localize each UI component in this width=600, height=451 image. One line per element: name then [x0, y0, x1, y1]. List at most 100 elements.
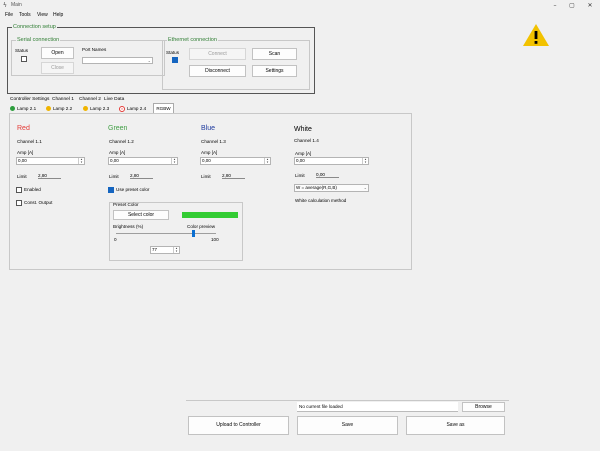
green-limit-input[interactable]: 2,80 — [130, 173, 153, 179]
use-preset-color-checkbox[interactable] — [108, 187, 114, 193]
port-names-label: Port Names — [82, 47, 107, 52]
tab-channel-2[interactable]: Channel 2 — [79, 97, 101, 102]
red-amp-spinner[interactable]: 0,00 ▴ ▾ — [16, 157, 85, 165]
connection-setup-group: Connection setup Serial connection Statu… — [7, 24, 315, 94]
green-amp-label: Amp [A] — [109, 150, 126, 155]
use-preset-color-label: Use preset color — [116, 187, 150, 192]
status-error-icon: × — [119, 105, 125, 112]
color-preview-label: Color preview — [187, 224, 216, 229]
spinner-arrows-icon[interactable]: ▴ ▾ — [362, 158, 368, 164]
ethernet-status-label: Status — [166, 50, 180, 55]
menu-view[interactable]: View — [37, 12, 48, 18]
preset-color-group: Preset Color Select color Brightness (%)… — [109, 202, 243, 261]
white-amp-value: 0,00 — [296, 158, 305, 163]
tab-lamp-label: Lamp 2.2 — [53, 106, 73, 111]
file-status-text: No current file loaded — [299, 404, 343, 409]
ethernet-connection-title: Ethernet connection — [167, 37, 218, 43]
white-method-select[interactable]: W = average(R,G,B) ⌄ — [294, 184, 369, 192]
white-amp-label: Amp [A] — [295, 151, 312, 156]
select-color-button[interactable]: Select color — [113, 210, 169, 220]
rgbw-panel: Red Channel 1.1 Amp [A] 0,00 ▴ ▾ Limit 2,… — [9, 113, 412, 270]
red-amp-label: Amp [A] — [17, 150, 34, 155]
app-icon: ϟ — [3, 2, 7, 9]
settings-button[interactable]: Settings — [252, 65, 297, 77]
menu-bar: File Tools View Help — [0, 11, 600, 19]
enabled-label: Enabled — [24, 187, 41, 192]
serial-status-checkbox — [21, 56, 27, 62]
green-amp-value: 0,00 — [110, 158, 119, 163]
enabled-checkbox[interactable] — [16, 187, 22, 193]
brightness-value: 77 — [152, 247, 158, 252]
tab-live-data[interactable]: Live Data — [104, 97, 124, 102]
spinner-arrows-icon[interactable]: ▴ ▾ — [171, 158, 177, 164]
blue-title: Blue — [201, 125, 216, 132]
tab-rgbw-label: RGBW — [156, 106, 171, 111]
serial-connection-group: Serial connection Status Open Close Port… — [11, 37, 165, 76]
tab-lamp-2-2[interactable]: Lamp 2.2 — [46, 104, 72, 113]
red-amp-value: 0,00 — [18, 158, 27, 163]
port-names-select[interactable]: ⌄ — [82, 57, 153, 64]
tab-lamp-2-1[interactable]: Lamp 2.1 — [10, 104, 36, 113]
tab-rgbw[interactable]: RGBW — [153, 103, 174, 113]
status-yellow-icon — [83, 106, 88, 112]
title-bar: ϟ Main – ▢ ✕ — [0, 0, 600, 11]
brightness-spinner[interactable]: 77 ▴ ▾ — [150, 246, 180, 254]
red-limit-label: Limit — [17, 174, 27, 179]
tab-lamp-label: Lamp 2.4 — [127, 106, 147, 111]
white-limit-label: Limit — [295, 173, 305, 178]
color-swatch — [182, 212, 238, 218]
slider-max-label: 100 — [211, 237, 219, 242]
blue-limit-label: Limit — [201, 174, 211, 179]
brightness-slider-track[interactable] — [116, 233, 216, 234]
green-amp-spinner[interactable]: 0,00 ▴ ▾ — [108, 157, 178, 165]
blue-limit-input[interactable]: 2,80 — [222, 173, 245, 179]
white-channel-label: Channel 1.4 — [294, 138, 319, 143]
menu-tools[interactable]: Tools — [19, 12, 31, 18]
warning-icon — [523, 24, 549, 46]
green-channel-label: Channel 1.2 — [109, 139, 134, 144]
tab-channel-1[interactable]: Channel 1 — [52, 97, 74, 102]
tab-lamp-2-3[interactable]: Lamp 2.3 — [83, 104, 109, 113]
maximize-icon[interactable]: ▢ — [565, 1, 579, 10]
window-title: Main — [11, 2, 22, 8]
spinner-arrows-icon[interactable]: ▴ ▾ — [78, 158, 84, 164]
minimize-icon[interactable]: – — [548, 1, 562, 10]
white-amp-spinner[interactable]: 0,00 ▴ ▾ — [294, 157, 369, 165]
preset-color-title: Preset Color — [113, 202, 139, 207]
tab-lamp-label: Lamp 2.3 — [90, 106, 110, 111]
close-button[interactable]: Close — [41, 62, 74, 74]
save-as-button[interactable]: Save as — [406, 416, 505, 435]
disconnect-button[interactable]: Disconnect — [189, 65, 246, 77]
close-icon[interactable]: ✕ — [583, 1, 597, 10]
tab-controller-settings[interactable]: Controller Settings — [10, 97, 49, 102]
menu-help[interactable]: Help — [53, 12, 63, 18]
blue-amp-spinner[interactable]: 0,00 ▴ ▾ — [200, 157, 271, 165]
spinner-arrows-icon[interactable]: ▴ ▾ — [264, 158, 270, 164]
white-method-value: W = average(R,G,B) — [296, 185, 337, 190]
tab-lamp-2-4[interactable]: × Lamp 2.4 — [119, 104, 146, 113]
const-output-checkbox[interactable] — [16, 200, 22, 206]
red-channel-label: Channel 1.1 — [17, 139, 42, 144]
menu-file[interactable]: File — [5, 12, 13, 18]
connection-setup-title: Connection setup — [12, 24, 57, 30]
white-title: White — [294, 126, 312, 133]
red-limit-input[interactable]: 2,80 — [38, 173, 61, 179]
upload-to-controller-button[interactable]: Upload to Controller — [188, 416, 289, 435]
green-title: Green — [108, 125, 128, 132]
file-status-field: No current file loaded — [297, 402, 458, 412]
connect-button[interactable]: Connect — [189, 48, 246, 60]
red-title: Red — [17, 125, 30, 132]
blue-amp-label: Amp [A] — [201, 150, 218, 155]
serial-connection-title: Serial connection — [16, 37, 61, 43]
slider-min-label: 0 — [114, 237, 117, 242]
brightness-slider-thumb[interactable] — [192, 230, 195, 237]
spinner-arrows-icon[interactable]: ▴ ▾ — [173, 247, 179, 253]
serial-status-label: Status — [15, 48, 29, 53]
scan-button[interactable]: Scan — [252, 48, 297, 60]
blue-amp-value: 0,00 — [202, 158, 211, 163]
open-button[interactable]: Open — [41, 47, 74, 59]
footer-divider — [186, 400, 509, 401]
browse-button[interactable]: Browse — [462, 402, 505, 412]
save-button[interactable]: Save — [297, 416, 398, 435]
white-limit-input[interactable]: 0,00 — [316, 172, 339, 178]
